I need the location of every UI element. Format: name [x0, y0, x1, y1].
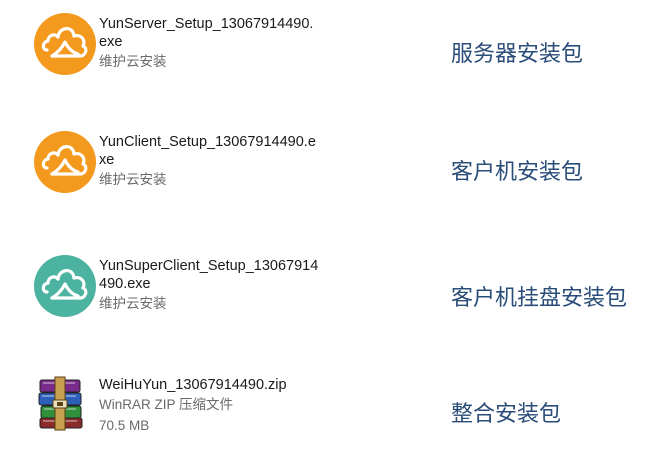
- file-size: 70.5 MB: [99, 418, 150, 433]
- package-label: 整合安装包: [451, 402, 562, 427]
- file-name: YunClient_Setup_13067914490.e: [99, 134, 316, 150]
- cloud-app-icon: [33, 12, 97, 76]
- file-type: WinRAR ZIP 压缩文件: [99, 397, 234, 412]
- package-label: 客户机挂盘安装包: [451, 286, 628, 311]
- file-name: YunSuperClient_Setup_13067914: [99, 258, 319, 274]
- file-description: 维护云安装: [99, 296, 167, 311]
- file-text: YunServer_Setup_13067914490. exe 维护云安装: [99, 15, 313, 72]
- file-description: 维护云安装: [99, 54, 167, 69]
- file-list: YunServer_Setup_13067914490. exe 维护云安装 服…: [0, 0, 658, 452]
- file-name-continued: 490.exe: [99, 276, 151, 292]
- winrar-archive-icon: [34, 374, 92, 432]
- cloud-app-icon: [33, 130, 97, 194]
- file-text: YunSuperClient_Setup_13067914 490.exe 维护…: [99, 257, 318, 314]
- package-label: 客户机安装包: [451, 160, 584, 185]
- file-name: WeiHuYun_13067914490.zip: [99, 377, 287, 393]
- file-name-continued: exe: [99, 34, 123, 50]
- file-description: 维护云安装: [99, 172, 167, 187]
- file-text: YunClient_Setup_13067914490.e xe 维护云安装: [99, 133, 316, 190]
- package-label: 服务器安装包: [451, 42, 584, 67]
- file-name: YunServer_Setup_13067914490.: [99, 16, 314, 32]
- file-name-continued: xe: [99, 152, 115, 168]
- file-text: WeiHuYun_13067914490.zip WinRAR ZIP 压缩文件…: [99, 376, 287, 436]
- cloud-app-icon: [33, 254, 97, 318]
